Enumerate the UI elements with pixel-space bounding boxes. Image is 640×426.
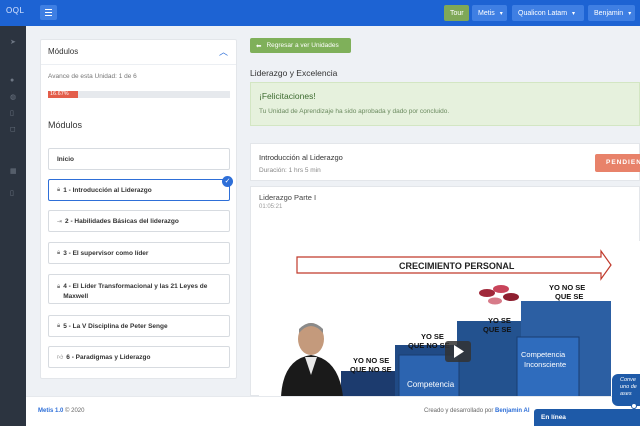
- calendar-icon[interactable]: ▦: [10, 167, 17, 175]
- sidebar-icon-strip: ➤ ● ◍ ▯ ◻ ▦ ▯: [0, 26, 26, 426]
- login-icon: ⇥: [57, 218, 63, 225]
- svg-text:QUE SE: QUE SE: [483, 325, 511, 334]
- user-icon[interactable]: ●: [10, 77, 14, 84]
- company-dropdown[interactable]: Qualicon Latam ▾: [512, 5, 584, 21]
- svg-text:Inconsciente: Inconsciente: [524, 360, 566, 369]
- module-item-3[interactable]: 🔒︎ 3 - El supervisor como líder: [48, 242, 230, 264]
- chat-icon[interactable]: ◻: [10, 125, 16, 133]
- user-dropdown[interactable]: Benjamin ▾: [588, 5, 635, 21]
- check-icon: ✓: [222, 176, 233, 187]
- alert-title: ¡Felicitaciones!: [259, 91, 316, 101]
- arrow-left-icon: ⬅: [256, 42, 262, 50]
- chevron-down-icon: ▾: [628, 10, 632, 17]
- svg-text:Competencia: Competencia: [521, 350, 566, 359]
- progress-fill: 16.67%: [48, 91, 79, 98]
- video-frame: CRECIMIENTO PERSONAL Competencia Compete…: [259, 241, 640, 397]
- svg-text:QUE NO SE: QUE NO SE: [408, 341, 450, 350]
- lesson-duration: Duración: 1 hrs 5 min: [259, 167, 321, 174]
- modules-heading: Módulos: [48, 120, 83, 130]
- unit-title: Liderazgo y Excelencia: [250, 68, 338, 78]
- modules-panel: Módulos ︿ Avance de esta Unidad: 1 de 6 …: [40, 39, 237, 379]
- video-title: Liderazgo Parte I: [259, 193, 317, 202]
- lock-icon: 🔒︎: [57, 322, 61, 329]
- metis-dropdown[interactable]: Metis ▾: [472, 5, 507, 21]
- alert-text: Tu Unidad de Aprendizaje ha sido aprobad…: [259, 108, 450, 115]
- module-item-5[interactable]: 🔒︎ 5 - La V Disciplina de Peter Senge: [48, 315, 230, 337]
- chat-online-bar[interactable]: En línea: [534, 409, 640, 426]
- play-button: [445, 341, 471, 362]
- chat-bubble[interactable]: Conve uno de ases: [612, 374, 640, 406]
- footer-credits: Creado y desarrollado por Benjamin Al: [424, 408, 530, 414]
- product-link[interactable]: Metis 1.0: [38, 408, 63, 414]
- author-link[interactable]: Benjamin Al: [495, 408, 529, 414]
- svg-text:Competencia: Competencia: [407, 380, 455, 389]
- progress-bar: 16.67%: [48, 91, 230, 98]
- bookmark-icon[interactable]: ▯: [10, 189, 14, 197]
- lesson-card: Introducción al Liderazgo Duración: 1 hr…: [250, 143, 640, 181]
- module-item-6[interactable]: 👍︎ 6 - Paradigmas y Liderazgo: [48, 346, 230, 368]
- video-player[interactable]: CRECIMIENTO PERSONAL Competencia Compete…: [259, 241, 640, 397]
- hamburger-icon: [45, 9, 52, 10]
- svg-text:YO SE: YO SE: [421, 332, 444, 341]
- svg-text:QUE SE: QUE SE: [555, 292, 583, 301]
- success-alert: ¡Felicitaciones! Tu Unidad de Aprendizaj…: [250, 82, 640, 126]
- lesson-title: Introducción al Liderazgo: [259, 153, 343, 162]
- thumbs-up-icon: 👍︎: [57, 355, 64, 361]
- menu-toggle-button[interactable]: [40, 5, 57, 20]
- module-item-2[interactable]: ⇥ 2 - Habilidades Básicas del liderazgo: [48, 210, 230, 232]
- chevron-down-icon: ▾: [572, 10, 576, 17]
- globe-icon[interactable]: ◍: [10, 93, 16, 101]
- lock-icon: 🔒︎: [57, 186, 61, 193]
- svg-text:QUE NO SE: QUE NO SE: [350, 365, 392, 374]
- slide-banner-text: CRECIMIENTO PERSONAL: [399, 261, 515, 271]
- divider: [41, 64, 236, 65]
- tour-button[interactable]: Tour: [444, 5, 469, 21]
- svg-text:YO SE: YO SE: [488, 316, 511, 325]
- video-duration: 01:05:21: [259, 204, 283, 210]
- brand-logo[interactable]: OQL: [6, 6, 24, 15]
- module-item-4[interactable]: 🔒︎ 4 - El Líder Transformacional y las 2…: [48, 274, 230, 304]
- svg-text:YO NO SE: YO NO SE: [549, 283, 585, 292]
- module-item-1[interactable]: 🔒︎ 1 - Introducción al Liderazgo ✓: [48, 176, 233, 201]
- module-item-inicio[interactable]: Inicio: [48, 148, 230, 170]
- back-to-units-button[interactable]: ⬅ Regresar a ver Unidades: [250, 38, 351, 53]
- top-navbar: OQL Tour Metis ▾ Qualicon Latam ▾ Benjamin…: [0, 0, 640, 26]
- lock-icon: 🔒︎: [57, 284, 61, 290]
- pending-button[interactable]: PENDIENTE: [595, 154, 640, 172]
- lock-icon: 🔒︎: [57, 249, 61, 256]
- chevron-down-icon: ▾: [499, 10, 503, 17]
- video-card: Liderazgo Parte I 01:05:21 CRECIMIENTO P…: [250, 186, 640, 397]
- book-icon[interactable]: ▯: [10, 109, 14, 117]
- collapse-chevron-icon[interactable]: ︿: [219, 45, 228, 58]
- send-icon[interactable]: ➤: [10, 38, 16, 46]
- panel-title: Módulos: [48, 47, 79, 56]
- svg-text:YO NO SE: YO NO SE: [353, 356, 389, 365]
- progress-text: Avance de esta Unidad: 1 de 6: [48, 73, 137, 80]
- footer-copyright: Metis 1.0 © 2020: [38, 408, 85, 414]
